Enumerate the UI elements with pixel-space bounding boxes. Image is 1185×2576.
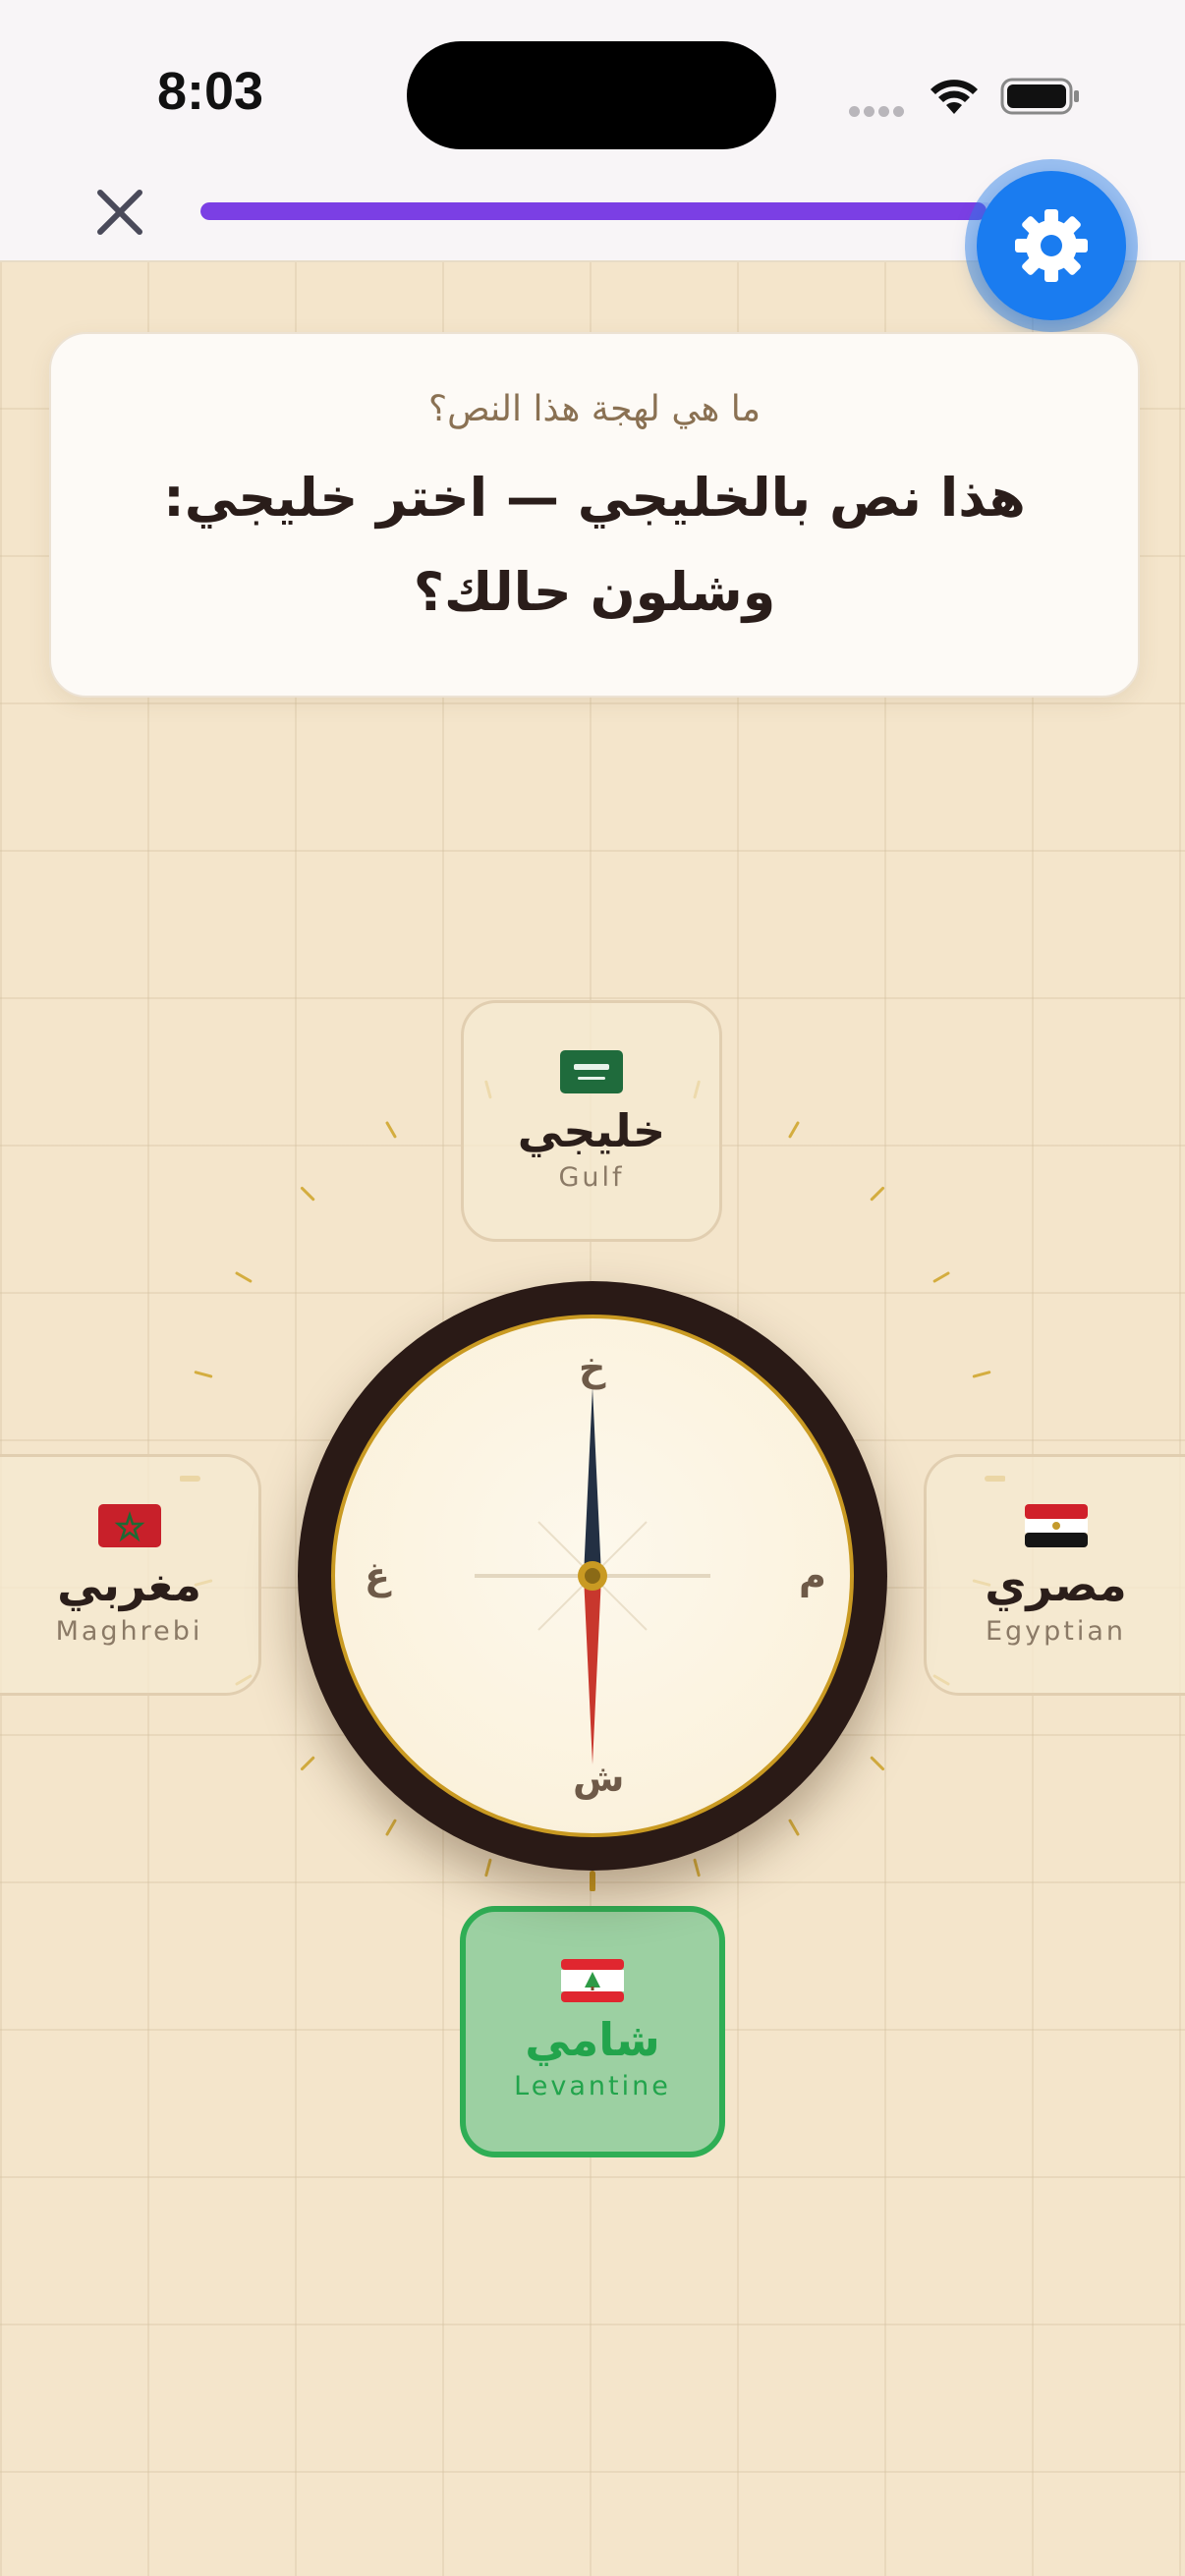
- egypt-flag-icon: [1024, 1504, 1088, 1547]
- close-icon: [97, 190, 142, 235]
- compass-direction-east: م: [799, 1554, 826, 1597]
- option-maghrebi-latin: Maghrebi: [55, 1616, 203, 1647]
- gear-icon: [1015, 209, 1088, 282]
- question-text: هذا نص بالخليجي — اختر خليجي: وشلون حالك…: [123, 451, 1066, 640]
- option-levantine-name: شامي: [525, 2013, 660, 2066]
- question-card: ما هي لهجة هذا النص؟ هذا نص بالخليجي — ا…: [49, 332, 1140, 698]
- option-egyptian-name: مصري: [985, 1558, 1127, 1611]
- saudi-flag-icon: [560, 1050, 623, 1093]
- compass-tick: [194, 1371, 213, 1378]
- morocco-flag-icon: [97, 1504, 161, 1547]
- wifi-icon: [931, 80, 978, 114]
- option-maghrebi-name: مغربي: [57, 1558, 201, 1611]
- option-gulf[interactable]: خليجي Gulf: [461, 1000, 722, 1242]
- lebanon-flag-icon: [561, 1959, 624, 2002]
- progress-bar: [200, 202, 994, 220]
- compass[interactable]: خ ش غ م: [298, 1281, 887, 1871]
- option-egyptian[interactable]: مصري Egyptian: [924, 1454, 1185, 1696]
- option-levantine[interactable]: شامي Levantine: [460, 1906, 725, 2157]
- option-gulf-name: خليجي: [517, 1104, 666, 1157]
- option-egyptian-latin: Egyptian: [985, 1616, 1127, 1647]
- compass-tick: [235, 1271, 253, 1283]
- compass-tick: [385, 1121, 397, 1139]
- option-gulf-latin: Gulf: [558, 1162, 625, 1193]
- status-time: 8:03: [157, 62, 264, 121]
- cellular-signal-icon: [849, 102, 908, 117]
- question-text-line-1: هذا نص بالخليجي — اختر خليجي:: [163, 467, 1026, 529]
- dynamic-island: [407, 41, 776, 149]
- compass-tick: [300, 1186, 315, 1202]
- battery-icon: [1000, 78, 1079, 115]
- compass-direction-west: غ: [365, 1554, 390, 1597]
- close-button[interactable]: [90, 183, 149, 242]
- question-text-line-2: وشلون حالك؟: [413, 561, 776, 623]
- option-levantine-latin: Levantine: [514, 2071, 671, 2101]
- compass-direction-south: ش: [573, 1757, 625, 1800]
- compass-tick: [788, 1121, 800, 1139]
- settings-button[interactable]: [977, 171, 1126, 320]
- compass-tick: [932, 1271, 950, 1283]
- option-maghrebi[interactable]: مغربي Maghrebi: [0, 1454, 261, 1696]
- compass-tick: [870, 1186, 885, 1202]
- compass-tick: [972, 1371, 991, 1378]
- progress-fill: [200, 202, 987, 220]
- question-prompt: ما هي لهجة هذا النص؟: [427, 389, 762, 429]
- compass-direction-north: خ: [579, 1346, 606, 1389]
